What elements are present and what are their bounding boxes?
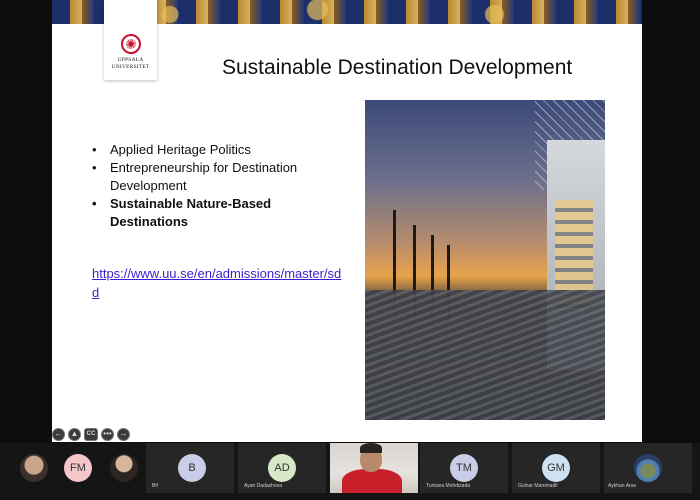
participant-tile[interactable]: B Bif: [146, 443, 234, 493]
participant-tile[interactable]: AD Ayan Dadashova: [238, 443, 326, 493]
avatar: B: [178, 454, 206, 482]
avatar: GM: [542, 454, 570, 482]
avatar: AD: [268, 454, 296, 482]
participant-video[interactable]: [330, 443, 418, 493]
participant-tile[interactable]: TM Turkana Mehdizada: [420, 443, 508, 493]
participant-tile[interactable]: Aykhan Aras: [604, 443, 692, 493]
slide-controls: ← ▲ CC ••• →: [52, 427, 130, 441]
captions-icon[interactable]: CC: [84, 427, 98, 441]
participant-name: Gulnar Mammadli: [518, 483, 558, 489]
participant-photo-avatar[interactable]: [110, 454, 138, 482]
participant-name: Turkana Mehdizada: [426, 483, 471, 489]
participant-photo-avatar[interactable]: [20, 454, 48, 482]
list-item: Sustainable Nature-Based Destinations: [92, 195, 332, 231]
meeting-window: UPPSALA UNIVERSITET Sustainable Destinat…: [0, 0, 700, 500]
street-photo: [365, 100, 605, 420]
participant-name: Aykhan Aras: [608, 483, 636, 489]
more-icon[interactable]: •••: [101, 427, 114, 441]
slide-title: Sustainable Destination Development: [222, 56, 573, 79]
pointer-icon[interactable]: ▲: [68, 427, 81, 441]
participant-name: Bif: [152, 483, 158, 489]
seal-icon: [120, 34, 141, 54]
shared-slide: UPPSALA UNIVERSITET Sustainable Destinat…: [52, 0, 642, 442]
avatar: TM: [450, 454, 478, 482]
avatar: [634, 454, 662, 482]
logo-line-1: UPPSALA: [117, 57, 144, 63]
participant-strip: FM B Bif AD Ayan Dadashova TM Turkana Me…: [0, 443, 700, 500]
participant-name: Ayan Dadashova: [244, 483, 282, 489]
list-item: Entrepreneurship for Destination Develop…: [92, 159, 332, 195]
logo-line-2: UNIVERSITET: [111, 64, 150, 70]
next-icon[interactable]: →: [117, 427, 130, 441]
university-logo: UPPSALA UNIVERSITET: [104, 0, 157, 80]
list-item: Applied Heritage Politics: [92, 141, 332, 159]
participant-tile[interactable]: GM Gulnar Mammadli: [512, 443, 600, 493]
program-link[interactable]: https://www.uu.se/en/admissions/master/s…: [92, 264, 347, 302]
program-list: Applied Heritage Politics Entrepreneursh…: [92, 141, 332, 231]
avatar[interactable]: FM: [64, 454, 92, 482]
previous-icon[interactable]: ←: [52, 427, 65, 441]
